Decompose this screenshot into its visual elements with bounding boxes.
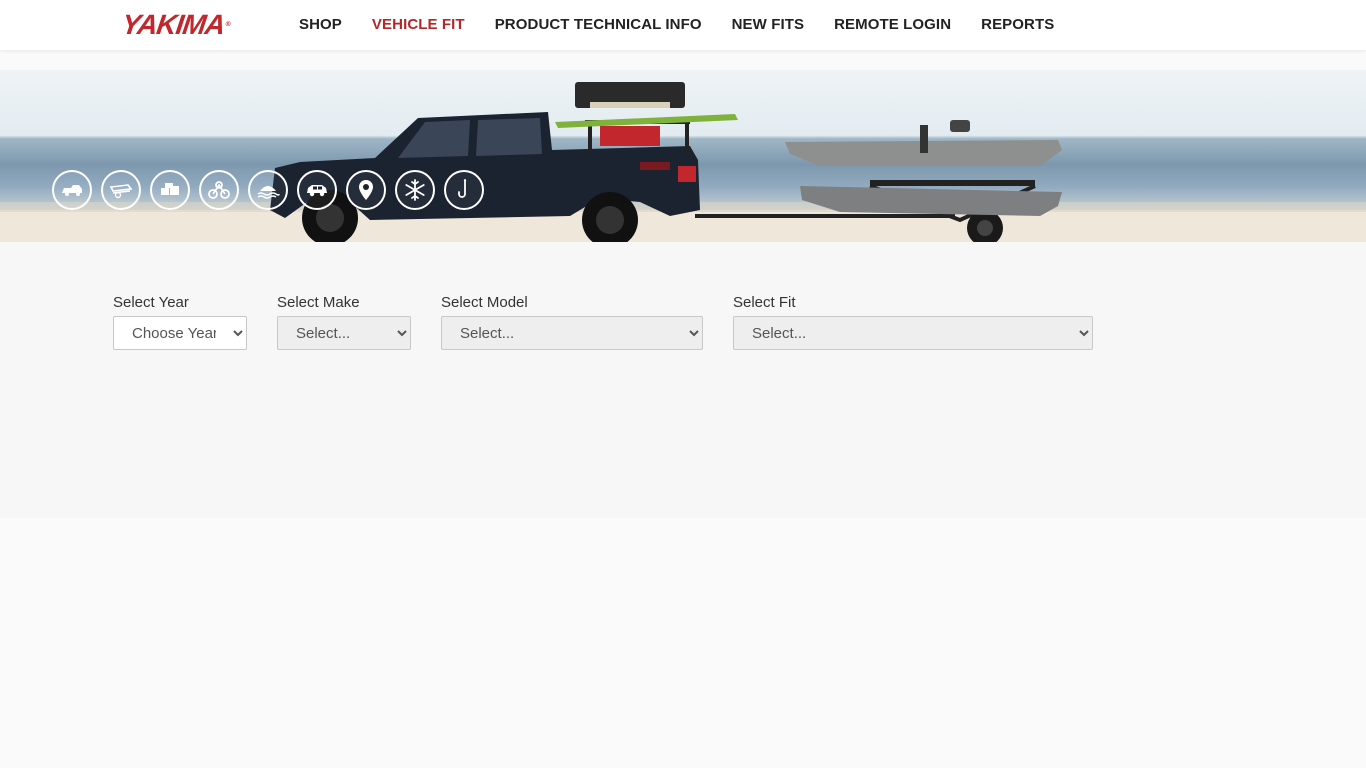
hook-icon[interactable] — [444, 170, 484, 210]
fit-select[interactable]: Select... — [733, 316, 1093, 350]
location-pin-icon[interactable] — [346, 170, 386, 210]
nav-reports[interactable]: REPORTS — [966, 0, 1069, 50]
registered-mark: ® — [224, 21, 231, 28]
nav-product-technical-info[interactable]: PRODUCT TECHNICAL INFO — [480, 0, 717, 50]
year-label: Select Year — [113, 294, 189, 311]
suv-icon[interactable] — [297, 170, 337, 210]
fit-label: Select Fit — [733, 294, 796, 311]
cargo-box-icon[interactable] — [150, 170, 190, 210]
model-select[interactable]: Select... — [441, 316, 703, 350]
trailer-icon[interactable] — [101, 170, 141, 210]
top-navigation-bar: YAKIMA® SHOP VEHICLE FIT PRODUCT TECHNIC… — [0, 0, 1366, 50]
yakima-logo[interactable]: YAKIMA® — [119, 9, 231, 40]
logo-text: YAKIMA — [119, 9, 227, 40]
make-field: Select Make Select... — [277, 294, 411, 350]
year-field: Select Year Choose Year — [113, 294, 247, 350]
make-select[interactable]: Select... — [277, 316, 411, 350]
nav-remote-login[interactable]: REMOTE LOGIN — [819, 0, 966, 50]
bike-icon[interactable] — [199, 170, 239, 210]
make-label: Select Make — [277, 294, 360, 311]
water-sport-icon[interactable] — [248, 170, 288, 210]
main-nav: SHOP VEHICLE FIT PRODUCT TECHNICAL INFO … — [284, 0, 1069, 50]
model-field: Select Model Select... — [441, 294, 703, 350]
fit-field: Select Fit Select... — [733, 294, 1093, 350]
truck-rack-icon[interactable] — [52, 170, 92, 210]
nav-shop[interactable]: SHOP — [284, 0, 357, 50]
vehicle-fit-panel: Select Year Choose Year Select Make Sele… — [0, 242, 1366, 518]
nav-vehicle-fit[interactable]: VEHICLE FIT — [357, 0, 480, 50]
hero-banner — [0, 70, 1366, 242]
hero-truck-trailer-image — [0, 82, 1366, 242]
nav-new-fits[interactable]: NEW FITS — [717, 0, 819, 50]
category-icon-row — [52, 170, 484, 210]
snowflake-icon[interactable] — [395, 170, 435, 210]
model-label: Select Model — [441, 294, 528, 311]
year-select[interactable]: Choose Year — [113, 316, 247, 350]
